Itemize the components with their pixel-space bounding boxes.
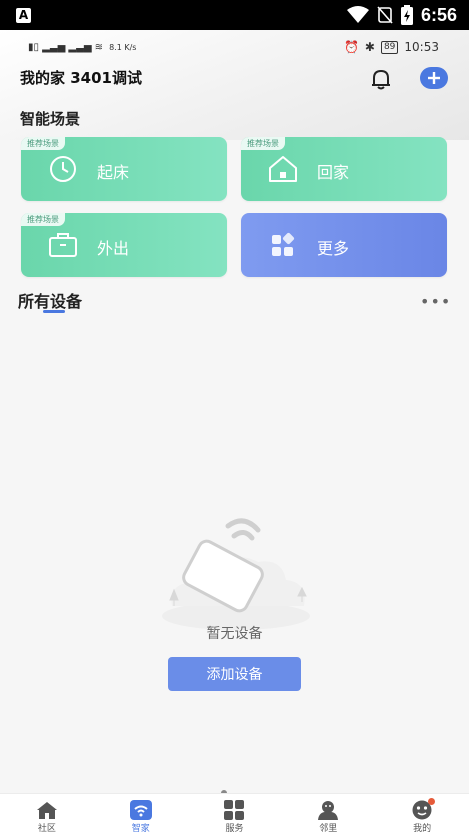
net-speed: 8.1 K/s bbox=[109, 42, 137, 52]
add-device-button[interactable]: 添加设备 bbox=[168, 657, 301, 691]
battery-indicator: 89 bbox=[380, 40, 399, 54]
tab-label: 社区 bbox=[37, 824, 56, 834]
wifi-icon bbox=[129, 800, 152, 820]
alarm-icon: ⏰ bbox=[343, 40, 359, 54]
recommended-tag: 推荐场景 bbox=[21, 213, 65, 226]
tab-community[interactable]: 社区 bbox=[0, 794, 94, 836]
inner-clock: 10:53 bbox=[404, 40, 439, 54]
scene-label: 起床 bbox=[97, 163, 130, 182]
tab-service[interactable]: 服务 bbox=[188, 794, 282, 836]
clock-icon bbox=[50, 156, 76, 182]
scene-card-wakeup[interactable]: 推荐场景 起床 bbox=[21, 137, 227, 201]
tab-label: 邻里 bbox=[319, 824, 338, 834]
scene-card-goout[interactable]: 推荐场景 外出 bbox=[21, 213, 227, 277]
tab-smart-home[interactable]: 智家 bbox=[94, 794, 188, 836]
signal-icons: ▮▯ ▂▃▅ ▂▃▅ ≋ bbox=[28, 41, 104, 53]
scenes-heading: 智能场景 bbox=[20, 110, 81, 128]
home-title[interactable]: 我的家 3401调试 bbox=[20, 67, 142, 88]
add-button[interactable] bbox=[420, 67, 448, 89]
scene-card-home[interactable]: 推荐场景 回家 bbox=[241, 137, 447, 201]
tab-label: 服务 bbox=[225, 824, 244, 834]
smart-home-screen: ▮▯ ▂▃▅ ▂▃▅ ≋ 8.1 K/s ⏰ ✱ 89 10:53 我的家 34… bbox=[0, 30, 469, 836]
bluetooth-icon: ✱ bbox=[364, 40, 375, 54]
bottom-tab-bar: 社区 智家 服务 邻里 我的 bbox=[0, 793, 469, 836]
no-sim-icon bbox=[377, 6, 393, 24]
recommended-tag: 推荐场景 bbox=[21, 137, 65, 150]
battery-charging-icon bbox=[400, 5, 413, 25]
grid-icon bbox=[224, 800, 245, 820]
empty-devices-illustration bbox=[162, 518, 310, 630]
scene-label: 外出 bbox=[97, 239, 130, 258]
all-devices-title[interactable]: 所有设备 bbox=[18, 288, 82, 312]
house-icon bbox=[36, 802, 57, 819]
empty-state-text: 暂无设备 bbox=[206, 626, 263, 642]
header-background: ▮▯ ▂▃▅ ▂▃▅ ≋ 8.1 K/s ⏰ ✱ 89 10:53 我的家 34… bbox=[0, 30, 469, 140]
tab-mine[interactable]: 我的 bbox=[375, 794, 469, 836]
recommended-tag: 推荐场景 bbox=[241, 137, 285, 150]
people-icon bbox=[318, 801, 339, 820]
scene-label: 回家 bbox=[317, 163, 350, 182]
more-options-icon[interactable]: ••• bbox=[420, 292, 451, 311]
tab-neighbors[interactable]: 邻里 bbox=[281, 794, 375, 836]
tab-label: 智家 bbox=[131, 824, 150, 834]
tab-label: 我的 bbox=[413, 824, 432, 834]
system-clock: 6:56 bbox=[420, 4, 457, 25]
scene-label: 更多 bbox=[317, 239, 350, 258]
wifi-signal-icon bbox=[346, 6, 369, 23]
app-notification-icon: A bbox=[16, 7, 31, 23]
inner-status-bar: ▮▯ ▂▃▅ ▂▃▅ ≋ 8.1 K/s ⏰ ✱ 89 10:53 bbox=[28, 38, 439, 56]
grid-icon bbox=[272, 232, 295, 256]
notification-dot bbox=[427, 798, 435, 805]
tab-indicator bbox=[43, 310, 65, 313]
home-icon bbox=[269, 156, 297, 182]
plus-icon bbox=[428, 72, 440, 84]
system-status-bar: A 6:56 bbox=[0, 0, 469, 30]
bell-icon[interactable] bbox=[368, 66, 394, 92]
briefcase-icon bbox=[49, 233, 77, 257]
scene-card-more[interactable]: 更多 bbox=[241, 213, 447, 277]
